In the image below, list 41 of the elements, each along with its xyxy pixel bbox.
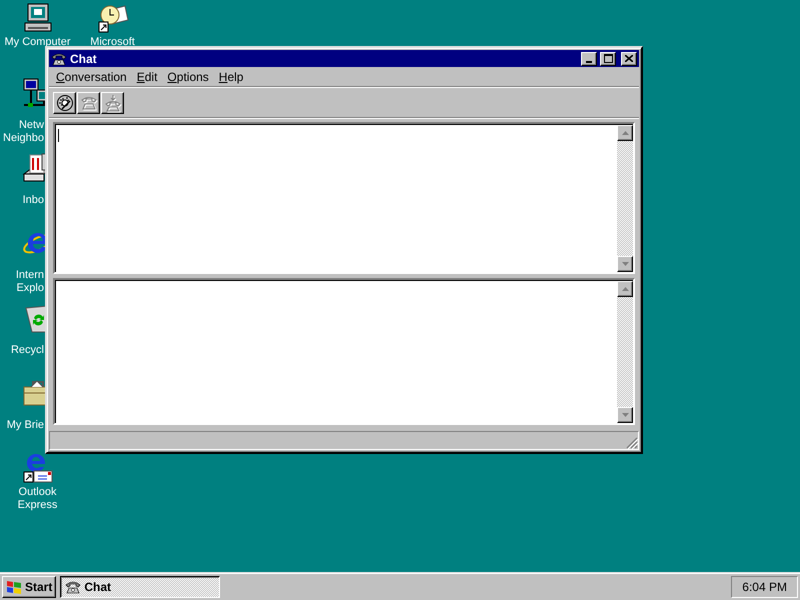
scroll-up-button[interactable]: [617, 281, 633, 298]
telephone-icon: [65, 578, 82, 594]
icon-label: Intern: [16, 269, 44, 282]
compose-text-pane[interactable]: [53, 278, 635, 425]
down-arrow-icon: [622, 412, 628, 417]
up-arrow-icon: [622, 131, 628, 136]
scroll-down-button[interactable]: [617, 406, 633, 423]
menu-item[interactable]: Options: [162, 70, 214, 84]
window-title: Chat: [70, 52, 97, 66]
menu-item[interactable]: Conversation: [51, 70, 132, 84]
icon-label: Outlook: [18, 486, 56, 499]
minimize-button[interactable]: [581, 52, 597, 66]
windows-logo-icon: [6, 580, 22, 594]
menu-item[interactable]: Help: [214, 70, 248, 84]
mail-icon: [22, 452, 54, 484]
taskbar-button[interactable]: Chat: [60, 576, 220, 598]
icon-label: Express: [18, 499, 58, 512]
maximize-icon: [604, 54, 612, 64]
icon-label: Inbo: [22, 194, 44, 207]
scroll-down-button[interactable]: [617, 256, 633, 272]
start-button[interactable]: Start: [2, 576, 56, 598]
vertical-scrollbar[interactable]: [617, 125, 633, 272]
vertical-scrollbar[interactable]: [617, 281, 633, 423]
icon-label: Explo: [16, 282, 44, 295]
text-cursor: [58, 129, 59, 142]
up-arrow-icon: [622, 287, 628, 292]
down-arrow-icon: [622, 262, 628, 266]
icon-label: Recycl: [10, 344, 44, 357]
icon-label: Netw: [18, 119, 44, 132]
close-button[interactable]: [621, 52, 637, 66]
icon-label: My Brie: [6, 419, 44, 432]
menu-item[interactable]: Edit: [132, 70, 162, 84]
clock: 6:04 PM: [731, 576, 798, 598]
icon-label: Neighbo: [3, 132, 44, 145]
icon-label: Microsoft: [90, 36, 135, 49]
maximize-button[interactable]: [600, 52, 616, 66]
minimize-icon: [586, 60, 592, 63]
scroll-up-button[interactable]: [617, 125, 633, 142]
icon-label: My Computer: [4, 36, 71, 49]
telephone-icon: [51, 50, 67, 67]
close-icon: [625, 55, 633, 62]
